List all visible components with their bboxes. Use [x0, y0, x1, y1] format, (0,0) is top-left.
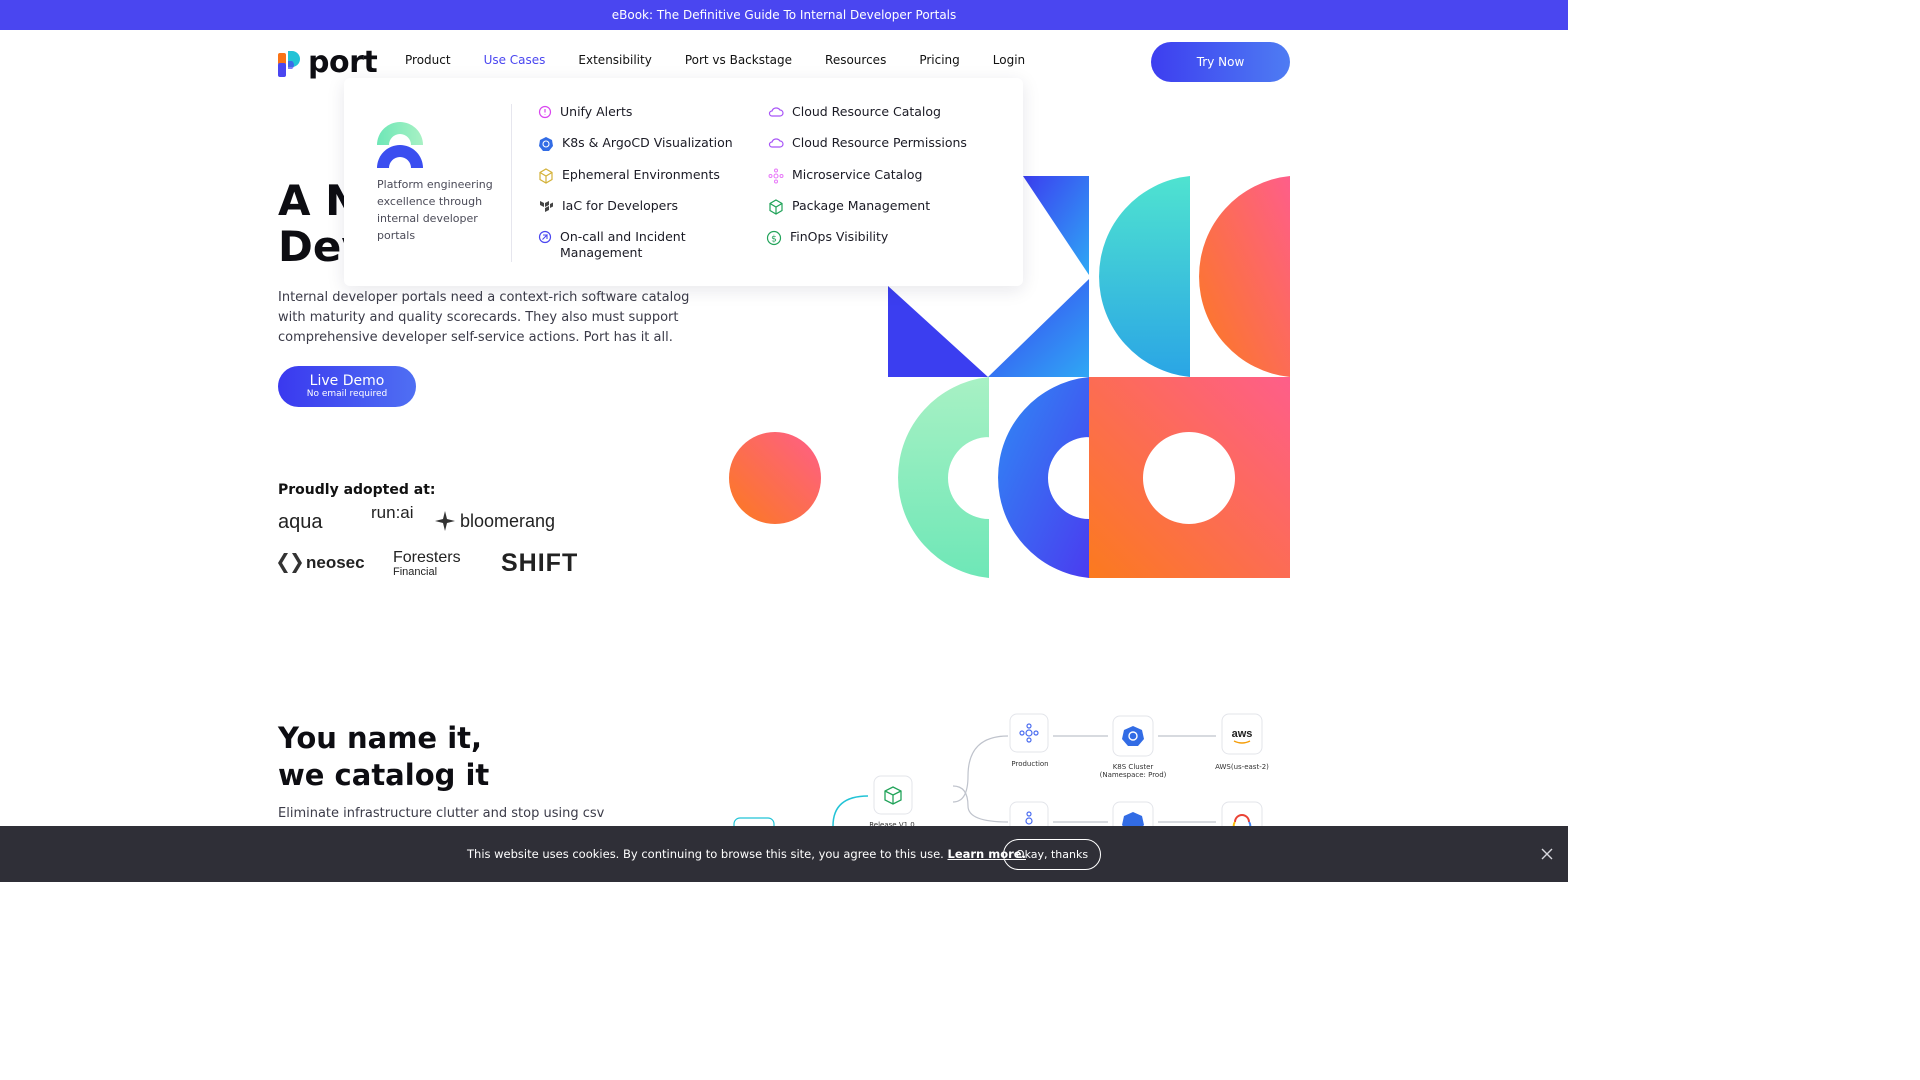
adopted-heading: Proudly adopted at: [278, 482, 436, 498]
dropdown-logo-icon [377, 122, 423, 168]
promo-banner[interactable]: eBook: The Definitive Guide To Internal … [0, 0, 1568, 30]
orange-dot [729, 432, 821, 524]
menu-item-on-call-incident[interactable]: On-call and Incident Management [538, 229, 758, 261]
demo-label: Live Demo [309, 372, 385, 389]
menu-item-label: K8s & ArgoCD Visualization [562, 135, 733, 150]
cookie-accept-button[interactable]: Okay, thanks [1003, 839, 1101, 870]
package-icon [769, 199, 783, 215]
menu-item-iac-for-developers[interactable]: IaC for Developers [538, 198, 678, 215]
neosec-logo: neosec [278, 553, 365, 573]
k8s-cluster-label-namespace: (Namespace: Prod) [1099, 771, 1167, 779]
aws-logo-text: aws [1232, 728, 1253, 740]
nav-product[interactable]: Product [405, 53, 451, 67]
microservice-icon [768, 168, 784, 184]
hero-description: Internal developer portals need a contex… [278, 290, 690, 345]
k8s-cluster-label-name: K8S Cluster [1112, 763, 1154, 771]
aqua-logo: aqua [278, 511, 323, 534]
nav-pricing[interactable]: Pricing [919, 53, 959, 67]
nav-use-cases[interactable]: Use Cases [484, 53, 546, 67]
nav-login[interactable]: Login [993, 53, 1025, 67]
menu-item-label: Cloud Resource Catalog [792, 104, 941, 119]
menu-item-k8s-argocd[interactable]: K8s & ArgoCD Visualization [538, 135, 733, 152]
live-demo-button[interactable]: Live Demo No email required [278, 366, 416, 407]
incident-icon [538, 230, 552, 244]
menu-item-microservice-catalog[interactable]: Microservice Catalog [768, 167, 922, 184]
menu-item-cloud-resource-catalog[interactable]: Cloud Resource Catalog [768, 104, 941, 120]
dropdown-divider [511, 104, 512, 262]
bloomerang-logo-text: bloomerang [460, 510, 556, 531]
nav-extensibility[interactable]: Extensibility [578, 53, 651, 67]
cookie-message: This website uses cookies. By continuing… [467, 847, 1026, 861]
port-logo[interactable]: port [278, 45, 378, 80]
node-production-2[interactable] [1009, 801, 1049, 826]
iac-icon [540, 201, 553, 212]
diagram-connector-2 [952, 785, 1009, 823]
tile-green-arc [898, 377, 989, 578]
menu-item-unify-alerts[interactable]: Unify Alerts [538, 104, 632, 120]
svg-text:$: $ [771, 235, 777, 245]
cloud-icon [768, 138, 784, 148]
menu-item-cloud-resource-permissions[interactable]: Cloud Resource Permissions [768, 135, 967, 151]
cloud-icon [768, 107, 784, 117]
cookie-banner: This website uses cookies. By continuing… [0, 826, 1568, 882]
shift-logo: SHIFT [501, 549, 578, 578]
foresters-logo-text: Foresters [393, 549, 461, 566]
shift-logo-text: SHIFT [501, 549, 579, 577]
menu-item-label: Package Management [792, 198, 931, 213]
foresters-logo-subtext: Financial [393, 566, 438, 578]
k8s-cluster-label: K8S Cluster (Namespace: Prod) [1093, 763, 1173, 779]
tile-half-circle-cyan [1099, 176, 1190, 377]
cube-icon [539, 168, 553, 184]
menu-item-label: Microservice Catalog [792, 167, 923, 182]
logo-wordmark: port [308, 45, 378, 80]
menu-item-label: FinOps Visibility [790, 229, 889, 244]
demo-sublabel: No email required [306, 388, 388, 399]
try-now-button[interactable]: Try Now [1151, 42, 1290, 82]
bloomerang-logo: bloomerang [434, 510, 555, 532]
section2-title: You name it, we catalog it [278, 720, 489, 794]
node-production[interactable] [1009, 713, 1049, 753]
menu-item-package-management[interactable]: Package Management [768, 198, 930, 215]
main-nav: Product Use Cases Extensibility Port vs … [405, 53, 1025, 67]
neosec-icon [278, 553, 302, 573]
menu-item-label: Ephemeral Environments [562, 167, 720, 182]
close-icon[interactable] [1538, 845, 1556, 863]
kubernetes-icon [539, 137, 553, 151]
runai-logo-text: run:ai [371, 503, 414, 522]
tile-triangle-3 [1023, 176, 1089, 275]
production-label: Production [1011, 760, 1049, 768]
cookie-text: This website uses cookies. By continuing… [467, 847, 944, 861]
tile-blue-ring [998, 377, 1089, 578]
tile-triangle-2 [988, 279, 1089, 377]
diagram-start-node [733, 817, 775, 826]
tile-half-circle-orange [1199, 176, 1290, 377]
menu-item-ephemeral-environments[interactable]: Ephemeral Environments [538, 167, 720, 184]
menu-item-finops-visibility[interactable]: $ FinOps Visibility [766, 229, 888, 246]
dropdown-tagline: Platform engineering excellence through … [377, 178, 493, 242]
nav-resources[interactable]: Resources [825, 53, 886, 67]
runai-logo: run:ai [371, 503, 414, 522]
aws-region-label: AWS(us-east-2) [1215, 763, 1269, 771]
menu-item-label: Unify Alerts [560, 104, 633, 119]
section2-title-line1: You name it, [278, 721, 483, 755]
tile-orange-square [1089, 377, 1290, 578]
banner-text[interactable]: eBook: The Definitive Guide To Internal … [612, 8, 957, 22]
section2-description: Eliminate infrastructure clutter and sto… [278, 806, 605, 821]
nav-port-vs-backstage[interactable]: Port vs Backstage [685, 53, 792, 67]
aqua-logo-text: aqua [278, 511, 323, 533]
foresters-logo: Foresters Financial [393, 549, 461, 579]
menu-item-label: IaC for Developers [562, 198, 679, 213]
neosec-logo-text: neosec [306, 553, 365, 572]
alert-icon [538, 105, 552, 119]
section2-title-line2: we catalog it [278, 758, 490, 792]
bloomerang-icon [435, 511, 455, 531]
use-cases-dropdown: Platform engineering excellence through … [344, 78, 1023, 286]
dollar-icon: $ [766, 230, 782, 246]
tile-triangle-1 [888, 286, 988, 377]
port-logo-icon [278, 51, 300, 77]
diagram-connector-1 [952, 735, 1009, 803]
menu-item-label: Cloud Resource Permissions [792, 135, 967, 150]
menu-item-label: On-call and Incident Management [560, 229, 686, 260]
